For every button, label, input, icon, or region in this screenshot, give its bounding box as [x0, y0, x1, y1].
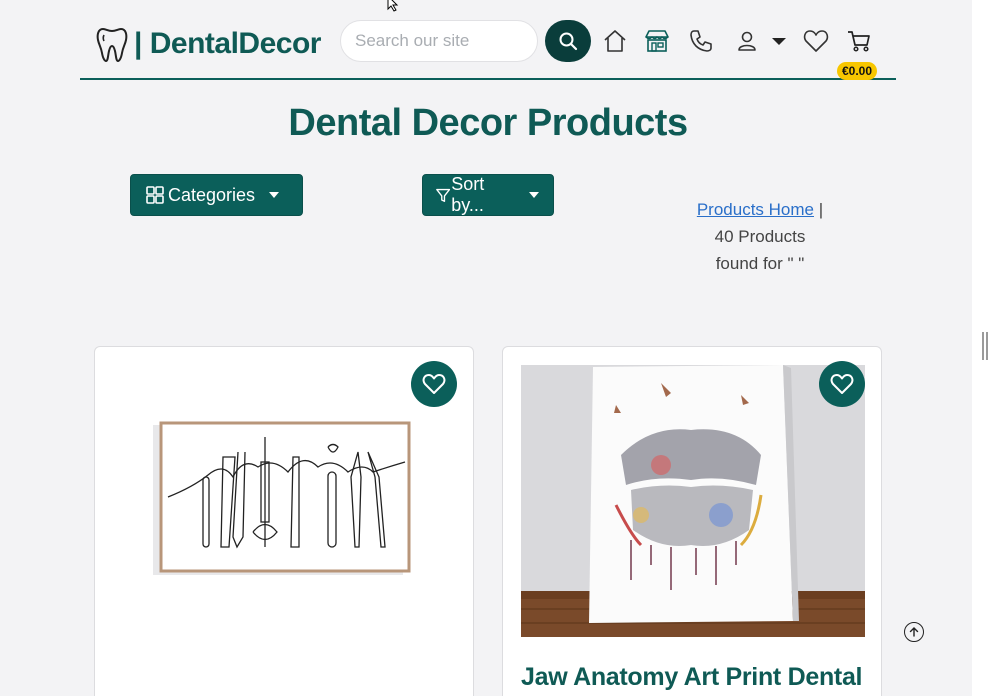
search-input[interactable]	[340, 20, 538, 62]
results-summary: Products Home | 40 Products found for " …	[690, 196, 830, 277]
products-home-link[interactable]: Products Home	[697, 200, 814, 219]
brand-logo[interactable]: | DentalDecor	[94, 24, 321, 64]
store-icon	[645, 30, 669, 52]
sort-label: Sort by...	[451, 174, 485, 215]
add-to-wishlist-button[interactable]	[819, 361, 865, 407]
nav-account[interactable]	[732, 26, 762, 56]
phone-icon	[690, 30, 712, 52]
nav-wishlist[interactable]	[801, 26, 831, 56]
tooth-logo-icon	[96, 27, 128, 63]
product-title[interactable]: Jaw Anatomy Art Print Dental	[521, 663, 863, 692]
scroll-to-top-button[interactable]	[904, 622, 924, 642]
cart-total-badge: €0.00	[837, 62, 878, 80]
caret-down-icon	[269, 192, 280, 198]
product-card[interactable]	[94, 346, 474, 696]
search-button[interactable]	[545, 20, 591, 62]
results-query: found for " "	[715, 254, 805, 273]
nav-store[interactable]	[642, 26, 672, 56]
sort-dropdown-button[interactable]: Sort by...	[422, 174, 554, 216]
nav-phone[interactable]	[686, 26, 716, 56]
add-to-wishlist-button[interactable]	[411, 361, 457, 407]
nav-home[interactable]	[600, 26, 630, 56]
caret-down-icon	[772, 38, 786, 45]
cart-icon	[848, 31, 870, 52]
page: | DentalDecor Search our site €0.00 Dent…	[0, 0, 1000, 696]
site-header: | DentalDecor Search our site €0.00	[80, 18, 896, 80]
user-icon	[738, 31, 756, 51]
mouse-cursor-icon	[387, 0, 399, 12]
product-image	[153, 421, 411, 575]
caret-down-icon	[529, 192, 539, 198]
product-card[interactable]: Jaw Anatomy Art Print Dental	[502, 346, 882, 696]
heart-icon	[422, 374, 446, 394]
filter-icon	[436, 188, 451, 202]
results-count: 40 Products	[714, 227, 806, 246]
results-separator: |	[818, 200, 824, 219]
scrollbar-handle[interactable]	[982, 332, 988, 360]
heart-icon	[830, 374, 854, 394]
categories-label: Categories	[168, 184, 256, 205]
page-title: Dental Decor Products	[288, 102, 688, 144]
grid-icon	[146, 186, 164, 204]
product-image	[521, 365, 865, 637]
home-icon	[604, 30, 626, 52]
arrow-up-circle-icon	[909, 627, 919, 637]
categories-dropdown-button[interactable]: Categories	[130, 174, 303, 216]
account-dropdown-toggle[interactable]	[764, 26, 794, 56]
brand-name: | DentalDecor	[134, 27, 321, 60]
heart-icon	[803, 30, 829, 52]
nav-cart[interactable]	[844, 26, 874, 56]
search-icon	[559, 32, 578, 51]
